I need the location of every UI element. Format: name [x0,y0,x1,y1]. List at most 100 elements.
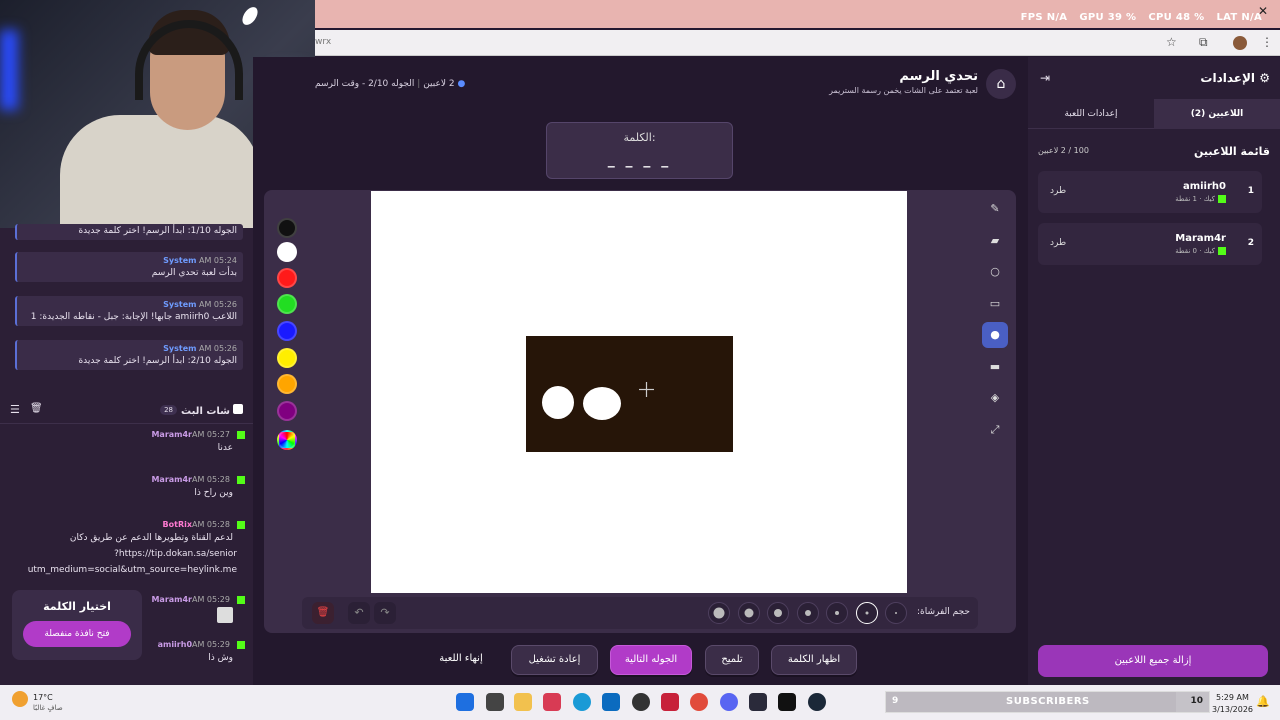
chat-link[interactable]: https://tip.dokan.sa/senior? [0,549,245,559]
gear-icon: ⚙ [1259,71,1270,85]
color-swatch[interactable] [277,321,297,341]
taskview-icon[interactable] [486,693,504,711]
profile-avatar[interactable] [1233,36,1247,50]
custom-color-picker[interactable] [277,430,297,450]
rectangle-tool-icon[interactable]: ▭ [982,291,1008,317]
brush-size-option[interactable] [708,602,730,624]
tab-players[interactable]: اللاعبين (2) [1154,99,1280,129]
weather-temp: 17°C [33,693,53,702]
color-swatch[interactable] [277,348,297,368]
subs-count: 9 [892,696,899,706]
filled-rectangle-tool-icon[interactable]: ▬ [982,354,1008,380]
color-swatch[interactable] [277,374,297,394]
kick-button[interactable]: طرد [1050,186,1066,196]
steam-icon[interactable] [808,693,826,711]
brush-size-option[interactable] [797,602,819,624]
clock-time: 5:29 AM [1216,693,1249,702]
chat-icon [233,404,243,414]
players-list-title: قائمة اللاعبين [1194,145,1270,158]
restart-button[interactable]: إعادة تشغيل [511,645,598,675]
tab-game-settings[interactable]: إعدادات اللعبة [1028,99,1154,129]
color-swatch[interactable] [277,294,297,314]
app-icon[interactable] [749,693,767,711]
kick-icon [237,475,245,484]
brush-size-option[interactable] [826,602,848,624]
hint-button[interactable]: تلميح [705,645,759,675]
word-picker-card: اختيار الكلمة فتح نافذة منفصلة [12,590,142,660]
brush-size-option[interactable] [885,602,907,624]
drawn-rectangle [526,336,733,452]
color-swatch[interactable] [277,242,297,262]
chat-link[interactable]: utm_medium=social&utm_source=heylink.me [0,565,245,575]
fill-bucket-icon[interactable]: ◈ [982,385,1008,411]
store-icon[interactable] [602,693,620,711]
show-word-button[interactable]: اظهار الكلمة [771,645,857,675]
brush-size-label: حجم الفرشاة: [916,607,970,617]
system-message: System AM 05:24 بدأت لعبة تحدي الرسم [15,252,243,282]
list-icon[interactable]: ☰ [10,403,20,416]
home-icon[interactable]: ⌂ [986,69,1016,99]
round-info: ● 2 لاعبين | الجوله 2/10 - وقت الرسم [315,79,466,89]
open-popup-button[interactable]: فتح نافذة منفصلة [23,621,131,647]
kick-button[interactable]: طرد [1050,238,1066,248]
next-round-button[interactable]: الجوله التالية [610,645,692,675]
browser-address-bar[interactable]: wrx ☆ ⧉ ⋮ [315,30,1280,56]
line-tool-icon[interactable]: ⤢ [982,417,1008,443]
subs-label: SUBSCRIBERS [1006,696,1090,707]
extensions-icon[interactable]: ⧉ [1199,35,1208,50]
chat-message: Maram4rAM 05:27 عدنا [0,430,245,453]
menu-icon[interactable]: ⋮ [1261,35,1273,49]
crosshair-cursor-icon [639,382,654,397]
color-swatch[interactable] [277,401,297,421]
chrome-icon[interactable] [690,693,708,711]
tool-palette: ✎ ▰ ○ ▭ ● ▬ ◈ ⤢ [978,196,1010,446]
start-icon[interactable] [456,693,474,711]
settings-panel: ⇥ ⚙ الإعدادات اللاعبين (2) إعدادات اللعب… [1028,57,1280,685]
brush-toolbar: حجم الفرشاة: 🗑 ↶ ↷ [302,597,978,629]
app-icon[interactable] [543,693,561,711]
star-icon[interactable]: ☆ [1166,35,1177,49]
trash-icon[interactable]: 🗑 [30,403,43,414]
system-message: System AM 05:26 اللاعب amiirh0 جابها! ال… [15,296,243,326]
color-swatch[interactable] [277,268,297,288]
file-explorer-icon[interactable] [514,693,532,711]
notification-icon[interactable]: 🔔 [1256,695,1270,708]
players-count: ● 2 لاعبين [423,79,466,89]
eraser-icon[interactable]: ▰ [982,228,1008,254]
brush-size-option[interactable] [767,602,789,624]
pencil-icon[interactable]: ✎ [982,196,1008,222]
clear-trash-icon[interactable]: 🗑 [312,602,334,624]
close-icon[interactable]: ✕ [1258,4,1268,18]
end-game-button[interactable]: إنهاء اللعبة [420,645,502,675]
circle-tool-icon[interactable]: ○ [982,259,1008,285]
subs-goal: 10 [1190,696,1203,706]
obs-icon[interactable] [632,693,650,711]
chat-message: BotRixAM 05:28 لدعم القناة وتطويرها الدع… [0,520,245,575]
player-row: 1 amiirh0 كيك · 1 نقطة طرد [1038,171,1262,213]
chat-header: شات البث 28 ☰ 🗑 [0,398,253,424]
word-picker-title: اختيار الكلمة [43,600,111,613]
capcut-icon[interactable] [778,693,796,711]
app-icon[interactable] [661,693,679,711]
color-swatch[interactable] [277,218,297,238]
kick-icon [237,640,245,649]
weather-desc: صافٍ غالبًا [33,704,63,712]
kick-icon [237,430,245,439]
kick-icon [237,520,245,529]
brush-size-option[interactable] [856,602,878,624]
brush-size-option[interactable] [738,602,760,624]
weather-icon [12,691,28,707]
page-subtitle: لعبة تعتمد على الشات يخمن رسمة الستريمر [829,86,978,95]
url-text: wrx [315,37,332,47]
edge-icon[interactable] [573,693,591,711]
chat-title: شات البث [181,404,243,417]
remove-all-players-button[interactable]: إزالة جميع اللاعبين [1038,645,1268,677]
drawn-circle [542,386,574,419]
filled-circle-tool-icon[interactable]: ● [982,322,1008,348]
collapse-panel-icon[interactable]: ⇥ [1040,71,1050,85]
undo-icon[interactable]: ↶ [348,602,370,624]
round-status: الجوله 2/10 - وقت الرسم [315,79,415,89]
drawn-circle [583,387,621,420]
redo-icon[interactable]: ↷ [374,602,396,624]
discord-icon[interactable] [720,693,738,711]
